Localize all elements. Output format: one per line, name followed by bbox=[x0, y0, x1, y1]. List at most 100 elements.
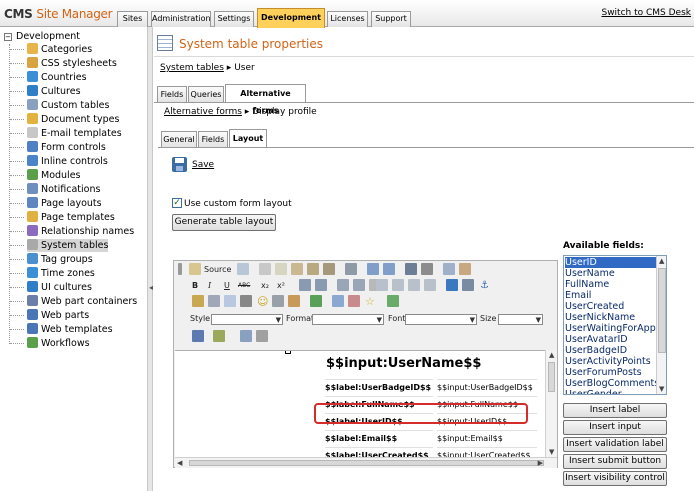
breadcrumb-alternative-forms-link[interactable]: Alternative forms bbox=[164, 107, 242, 117]
flash-icon[interactable] bbox=[332, 295, 344, 307]
source-button[interactable]: Source bbox=[204, 262, 231, 277]
field-option[interactable]: UserBadgeID bbox=[565, 345, 657, 356]
field-option[interactable]: UserNickName bbox=[565, 312, 657, 323]
insert-input-button[interactable]: Insert input bbox=[563, 420, 667, 435]
scroll-down-icon[interactable]: ▼ bbox=[549, 448, 554, 456]
find-icon[interactable] bbox=[405, 263, 417, 275]
field-option[interactable]: UserAvatarID bbox=[565, 334, 657, 345]
sidebar-item-categories[interactable]: Categories bbox=[27, 43, 92, 56]
insert-validation-label-button[interactable]: Insert validation label bbox=[563, 437, 667, 452]
field-option[interactable]: UserName bbox=[565, 268, 657, 279]
special-char-icon[interactable] bbox=[272, 295, 284, 307]
anchor-icon[interactable]: ⚓ bbox=[480, 278, 489, 293]
collapse-arrow-icon[interactable]: ◂ bbox=[149, 283, 153, 292]
tab-alternative-forms[interactable]: Alternative forms bbox=[225, 84, 306, 115]
numbered-list-icon[interactable] bbox=[299, 279, 311, 291]
insert-visibility-control-button[interactable]: Insert visibility control bbox=[563, 471, 667, 486]
subscript-button[interactable]: x₂ bbox=[261, 278, 269, 293]
sidebar-item-ui-cultures[interactable]: UI cultures bbox=[27, 281, 92, 294]
insert-label-button[interactable]: Insert label bbox=[563, 403, 667, 418]
breadcrumb-system-tables-link[interactable]: System tables bbox=[160, 63, 224, 73]
tab-support[interactable]: Support bbox=[371, 11, 411, 27]
align-center-icon[interactable] bbox=[392, 279, 404, 291]
format-select[interactable]: ▼ bbox=[312, 314, 384, 325]
cut-icon[interactable] bbox=[259, 263, 271, 275]
resize-handle-icon[interactable] bbox=[285, 351, 291, 354]
tab-fields[interactable]: Fields bbox=[157, 86, 187, 102]
source-icon[interactable] bbox=[189, 263, 201, 275]
field-option[interactable]: UserBlogComments bbox=[565, 378, 657, 389]
sidebar-item-tag-groups[interactable]: Tag groups bbox=[27, 253, 93, 266]
redo-icon[interactable] bbox=[383, 263, 395, 275]
tree-root-development[interactable]: − Development bbox=[4, 31, 80, 43]
unlink-icon[interactable] bbox=[462, 279, 474, 291]
switch-to-cms-desk-link[interactable]: Switch to CMS Desk bbox=[601, 8, 691, 18]
tab-queries[interactable]: Queries bbox=[188, 86, 224, 102]
sidebar-item-notifications[interactable]: Notifications bbox=[27, 183, 100, 196]
editor-vertical-scrollbar[interactable]: ▲ ▼ bbox=[545, 350, 557, 457]
hscroll-thumb[interactable] bbox=[189, 460, 544, 466]
sidebar-item-inline-controls[interactable]: Inline controls bbox=[27, 155, 108, 168]
sidebar-item-custom-tables[interactable]: Custom tables bbox=[27, 99, 109, 112]
outdent-icon[interactable] bbox=[337, 279, 349, 291]
save-icon[interactable] bbox=[172, 157, 187, 172]
strikethrough-button[interactable]: ABC bbox=[238, 278, 250, 293]
tab-administration[interactable]: Administration bbox=[151, 11, 211, 27]
maximize-icon[interactable] bbox=[240, 330, 252, 342]
spellcheck-icon[interactable] bbox=[387, 295, 399, 307]
sidebar-item-countries[interactable]: Countries bbox=[27, 71, 87, 84]
youtube-icon[interactable] bbox=[310, 295, 322, 307]
show-blocks-icon[interactable] bbox=[256, 330, 268, 342]
field-option[interactable]: UserWaitingForApproval bbox=[565, 323, 657, 334]
bold-button[interactable]: B bbox=[192, 278, 198, 293]
scroll-up-icon[interactable]: ▲ bbox=[549, 351, 554, 359]
justify-icon[interactable] bbox=[424, 279, 436, 291]
text-color-icon[interactable] bbox=[192, 330, 204, 342]
field-option[interactable]: UserActivityPoints bbox=[565, 356, 657, 367]
sidebar-item-form-controls[interactable]: Form controls bbox=[27, 141, 106, 154]
scroll-thumb[interactable] bbox=[658, 268, 666, 353]
link-icon[interactable] bbox=[446, 279, 458, 291]
field-option[interactable]: UserForumPosts bbox=[565, 367, 657, 378]
print-icon[interactable] bbox=[345, 263, 357, 275]
replace-icon[interactable] bbox=[421, 263, 433, 275]
field-option[interactable]: UserID bbox=[565, 257, 657, 268]
italic-button[interactable]: I bbox=[208, 278, 211, 293]
fields-scrollbar[interactable]: ▲ ▼ bbox=[656, 256, 666, 394]
undo-icon[interactable] bbox=[367, 263, 379, 275]
sidebar-item-web-part-containers[interactable]: Web part containers bbox=[27, 295, 137, 308]
tab-licenses[interactable]: Licenses bbox=[327, 11, 368, 27]
align-left-icon[interactable] bbox=[376, 279, 388, 291]
indent-icon[interactable] bbox=[353, 279, 365, 291]
tab-sites[interactable]: Sites bbox=[117, 11, 148, 27]
sidebar-splitter[interactable] bbox=[148, 27, 153, 491]
paste-icon[interactable] bbox=[291, 263, 303, 275]
sidebar-item-e-mail-templates[interactable]: E-mail templates bbox=[27, 127, 122, 140]
bulleted-list-icon[interactable] bbox=[315, 279, 327, 291]
subtab-fields[interactable]: Fields bbox=[198, 131, 228, 147]
available-fields-list[interactable]: UserID UserName FullName Email UserCreated Us… bbox=[563, 255, 667, 395]
table-icon[interactable] bbox=[224, 295, 236, 307]
use-custom-layout-checkbox[interactable]: ✓ bbox=[172, 198, 182, 208]
scroll-left-icon[interactable]: ◀ bbox=[177, 459, 182, 467]
scroll-right-icon[interactable]: ▶ bbox=[538, 459, 543, 467]
sidebar-item-workflows[interactable]: Workflows bbox=[27, 337, 90, 350]
subtab-general[interactable]: General bbox=[161, 131, 197, 147]
horizontal-rule-icon[interactable] bbox=[240, 295, 252, 307]
sidebar-item-page-layouts[interactable]: Page layouts bbox=[27, 197, 102, 210]
sidebar-item-time-zones[interactable]: Time zones bbox=[27, 267, 95, 280]
sidebar-item-modules[interactable]: Modules bbox=[27, 169, 81, 182]
field-option[interactable]: FullName bbox=[565, 279, 657, 290]
collapse-icon[interactable]: − bbox=[4, 33, 12, 41]
star-icon[interactable]: ☆ bbox=[365, 294, 375, 309]
quick-media-icon[interactable] bbox=[348, 295, 360, 307]
font-select[interactable]: ▼ bbox=[405, 314, 477, 325]
underline-button[interactable]: U bbox=[224, 278, 230, 293]
background-color-icon[interactable] bbox=[213, 330, 225, 342]
smiley-icon[interactable]: ☺ bbox=[257, 294, 268, 309]
generate-table-layout-button[interactable]: Generate table layout bbox=[172, 214, 276, 231]
tab-settings[interactable]: Settings bbox=[214, 11, 254, 27]
subtab-layout[interactable]: Layout bbox=[229, 129, 267, 147]
scroll-down-icon[interactable]: ▼ bbox=[659, 385, 664, 393]
superscript-button[interactable]: x² bbox=[277, 278, 285, 293]
